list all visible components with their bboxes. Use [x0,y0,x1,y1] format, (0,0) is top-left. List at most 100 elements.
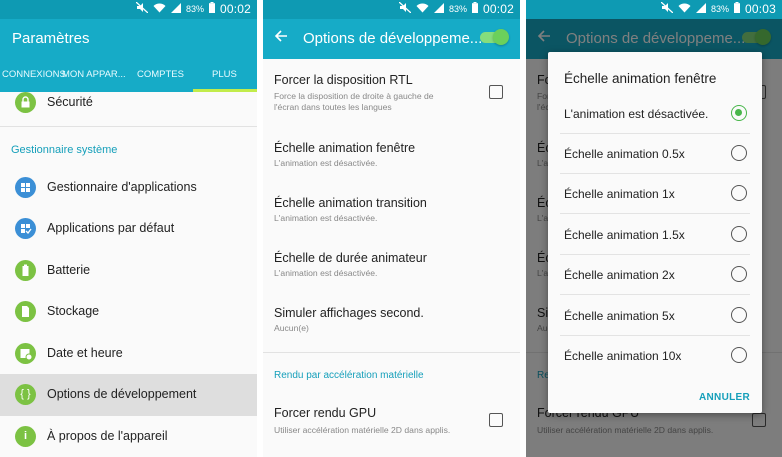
settings-item-label: Applications par défaut [47,221,175,235]
page-title: Options de développeme... [303,30,483,47]
developer-options-toggle[interactable] [480,29,509,45]
wifi-icon [153,2,166,16]
radio-button[interactable] [731,347,747,363]
settings-item-storage[interactable]: Stockage [0,291,257,333]
option-subtitle: Utiliser accélération matérielle 2D dans… [274,425,451,435]
dialog-option[interactable]: Échelle animation 2x [560,255,750,295]
tab-connexions[interactable]: CONNEXIONS [2,69,66,80]
option-animator-duration-scale[interactable]: Échelle de durée animateur L'animation e… [263,239,520,294]
settings-item-about-device[interactable]: i À propos de l'appareil [0,416,257,457]
calendar-clock-icon [15,343,36,364]
option-subtitle: L'animation est désactivée. [274,213,378,223]
radio-button[interactable] [731,307,747,323]
wifi-icon [416,2,429,16]
tab-mon-appareil[interactable]: MON APPAR... [62,69,126,80]
battery-percent: 83% [710,4,729,14]
dialog-option[interactable]: Échelle animation 5x [560,296,750,336]
clock: 00:02 [482,2,514,16]
tab-comptes[interactable]: COMPTES [137,69,184,80]
apps-grid-icon [15,177,36,198]
battery-icon [733,2,740,16]
toggle-knob [493,29,509,45]
dialog-option[interactable]: Échelle animation 1.5x [560,215,750,255]
gpu-checkbox[interactable] [489,413,503,427]
cancel-button[interactable]: ANNULER [699,392,750,403]
dialog-option-label: Échelle animation 2x [564,268,675,282]
option-force-gpu-rendering[interactable]: Forcer rendu GPU Utiliser accélération m… [263,393,520,448]
radio-button[interactable] [731,185,747,201]
option-transition-animation-scale[interactable]: Échelle animation transition L'animation… [263,184,520,239]
status-bar: 83% 00:02 [263,0,520,19]
developer-options-screen: 83% 00:02 Options de développeme... Forc… [263,0,520,457]
dialog-option-label: Échelle animation 5x [564,309,675,323]
signal-icon [170,2,181,16]
option-title: Forcer rendu GPU [274,406,377,420]
divider [560,294,750,295]
mute-icon [398,1,412,16]
dialog-option-label: Échelle animation 10x [564,349,682,363]
settings-item-battery[interactable]: Batterie [0,250,257,292]
rtl-checkbox[interactable] [489,85,503,99]
storage-icon [15,301,36,322]
dialog-option-label: Échelle animation 1.5x [564,228,685,242]
option-subtitle: Force la disposition de droite à gauche … [274,91,434,101]
lock-icon [15,92,36,113]
back-arrow-icon[interactable] [274,28,288,48]
divider [263,352,520,353]
option-subtitle: Aucun(e) [274,323,309,333]
option-title: Échelle animation fenêtre [274,141,416,155]
page-title: Paramètres [12,30,90,47]
dialog-option[interactable]: Échelle animation 0.5x [560,134,750,174]
settings-item-securite[interactable]: Sécurité [0,82,257,124]
signal-icon [695,2,706,16]
divider [0,126,257,127]
animation-scale-dialog-screen: 83% 00:03 Options de développeme... Forc… [526,0,782,457]
settings-item-date-time[interactable]: Date et heure [0,333,257,375]
section-header: Rendu par accélération matérielle [274,370,424,381]
dialog-option-label: Échelle animation 1x [564,187,675,201]
radio-button[interactable] [731,105,747,121]
settings-item-developer-options[interactable]: { } Options de développement [0,374,257,416]
radio-button[interactable] [731,226,747,242]
option-title: Simuler affichages second. [274,306,424,320]
option-title: Échelle animation transition [274,196,427,210]
settings-item-label: Options de développement [47,387,197,401]
battery-icon [15,260,36,281]
signal-icon [433,2,444,16]
clock: 00:02 [219,2,251,16]
battery-percent: 83% [448,4,467,14]
battery-icon [208,2,215,16]
option-simulate-secondary-displays[interactable]: Simuler affichages second. Aucun(e) [263,294,520,349]
option-subtitle: L'animation est désactivée. [274,158,378,168]
dialog-option[interactable]: L'animation est désactivée. [560,94,750,134]
option-window-animation-scale[interactable]: Échelle animation fenêtre L'animation es… [263,129,520,184]
settings-item-default-apps[interactable]: Applications par défaut [0,208,257,250]
option-subtitle: L'animation est désactivée. [274,268,378,278]
dialog-option[interactable]: Échelle animation 1x [560,174,750,214]
app-bar: Options de développeme... [263,19,520,59]
section-header: Gestionnaire système [11,144,118,156]
radio-button[interactable] [731,145,747,161]
developer-braces-icon: { } [15,384,36,405]
dialog-option[interactable]: Échelle animation 10x [560,336,750,376]
radio-button[interactable] [731,266,747,282]
settings-item-label: Gestionnaire d'applications [47,180,197,194]
mute-icon [660,1,674,16]
settings-item-label: Stockage [47,304,100,318]
wifi-icon [678,2,691,16]
option-title: Échelle de durée animateur [274,251,427,265]
tab-plus[interactable]: PLUS [212,69,237,80]
settings-item-label: Sécurité [47,95,93,109]
battery-icon [471,2,478,16]
dialog-option-label: L'animation est désactivée. [564,107,709,121]
option-subtitle: l'écran dans toutes les langues [274,102,392,112]
settings-item-app-manager[interactable]: Gestionnaire d'applications [0,167,257,209]
option-force-rtl[interactable]: Forcer la disposition RTL Force la dispo… [263,59,520,121]
app-bar: Paramètres [0,19,257,59]
info-icon: i [15,426,36,447]
status-bar: 83% 00:03 [526,0,782,19]
status-bar: 83% 00:02 [0,0,257,19]
settings-item-label: Date et heure [47,346,123,360]
clock: 00:03 [744,2,776,16]
divider [560,213,750,214]
